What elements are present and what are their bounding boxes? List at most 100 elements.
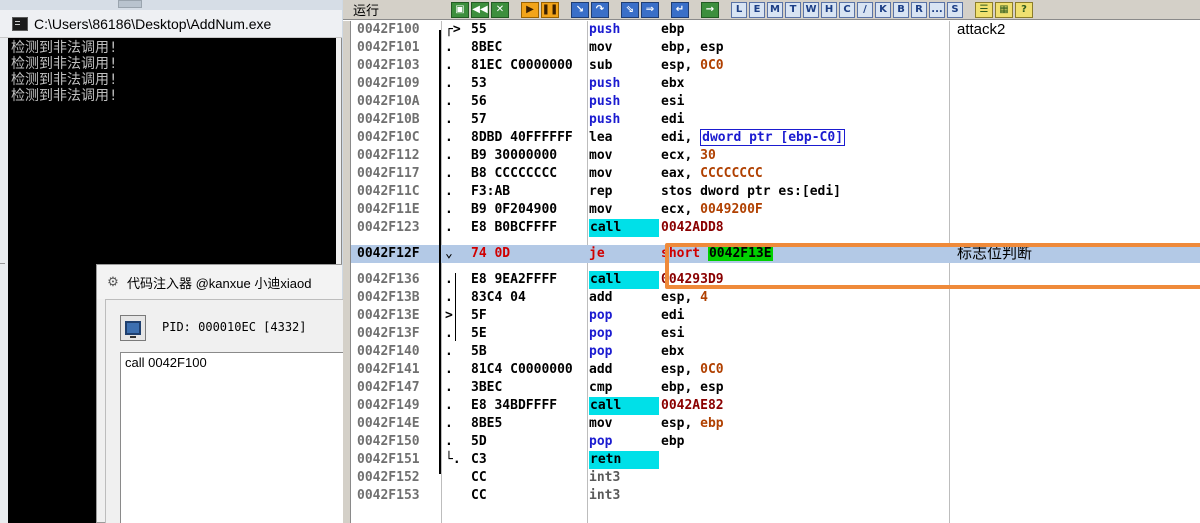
disasm-hex: E8 B0BCFFFF [471,220,558,235]
disasm-mnemonic: push [589,112,621,127]
disasm-row[interactable]: 0042F11E. B9 0F204900 mov ecx, 0049200F [351,201,1200,219]
disasm-mnemonic: add [589,290,613,305]
disasm-operands: esp, ebp [661,416,724,431]
toolbar-H-button[interactable]: H [821,1,837,18]
toolbar-M-button[interactable]: M [767,1,783,18]
toolbar-E-button[interactable]: E [749,1,765,18]
disasm-row[interactable]: 0042F128.833D 80044900cmpdword ptr [4904… [351,237,1200,245]
disasm-marker: . [445,184,453,199]
code-input[interactable]: call 0042F100 [120,352,344,523]
disasm-row[interactable]: 0042F123. E8 B0BCFFFF call 0042ADD8 [351,219,1200,237]
close-icon[interactable]: ✕ [491,1,509,18]
disasm-mnemonic: mov [589,416,613,431]
toolbar-R-button[interactable]: R [911,1,927,18]
injector-title-bar[interactable]: ⚙ 代码注入器 @kanxue 小迪xiaod [97,265,342,299]
disasm-row[interactable]: 0042F14E. 8BE5 mov esp, ebp [351,415,1200,433]
disasm-hex: B9 0F204900 [471,202,558,217]
disasm-operands: eax, CCCCCCCC [661,166,763,181]
run-status: 运行 [353,3,380,18]
disasm-comment: attack2 [957,21,1006,38]
disasm-marker: ┌> [445,22,461,37]
disasm-operands: ebp [661,22,685,37]
disasm-row[interactable]: 0042F140. 5B pop ebx [351,343,1200,361]
disasm-row[interactable]: 0042F149. E8 34BDFFFF call 0042AE82 [351,397,1200,415]
disasm-row[interactable]: 0042F101. 8BEC mov ebp, esp [351,39,1200,57]
disasm-hex: 8BEC [471,40,503,55]
disasm-hex: 57 [471,112,487,127]
disasm-address: 0042F10C [357,130,420,145]
disasm-marker: . [445,416,453,431]
disasm-row[interactable]: 0042F11C. F3:AB rep stos dword ptr es:[edi] [351,183,1200,201]
disasm-row-selected[interactable]: 0042F12F ⌄ 74 0D je short 0042F13E 标志位判断 [351,245,1200,263]
select-process-button[interactable] [120,315,146,341]
trace-into-icon[interactable]: ⇘ [621,1,639,18]
disasm-row[interactable]: 0042F13E >5F pop edi [351,307,1200,325]
grid-icon[interactable]: ▦ [995,1,1013,18]
disasm-row[interactable]: 0042F141. 81C4 C0000000 add esp, 0C0 [351,361,1200,379]
disassembly-pane[interactable]: 0042F100 ┌> 55 push ebp attack2 0042F101. 8BEC m… [351,21,1200,523]
pause-icon[interactable]: ❚❚ [541,1,559,18]
disasm-hex: 53 [471,76,487,91]
toolbar-K-button[interactable]: K [875,1,891,18]
disasm-row[interactable]: 0042F10C. 8DBD 40FFFFFF lea edi, dword ptr … [351,129,1200,147]
disasm-row[interactable]: 0042F136. E8 9EA2FFFF call 004293D9 [351,271,1200,289]
disasm-row[interactable]: 0042F109. 53 push ebx [351,75,1200,93]
disasm-hex: 8DBD 40FFFFFF [471,130,573,145]
disasm-row[interactable]: 0042F152 CC int3 [351,469,1200,487]
toolbar-T-button[interactable]: T [785,1,801,18]
disasm-marker: . [445,76,453,91]
goto-icon[interactable]: → [701,1,719,18]
step-over-icon[interactable]: ↷ [591,1,609,18]
disasm-address: 0042F13E [357,308,420,323]
disasm-address: 0042F13F [357,326,420,341]
injector-panel: PID: 000010EC [4332] call 0042F100 [105,299,344,523]
disasm-address: 0042F123 [357,220,420,235]
disasm-operands: edi, dword ptr [ebp-C0] [661,129,846,146]
disasm-row[interactable]: 0042F117. B8 CCCCCCCC mov eax, CCCCCCCC [351,165,1200,183]
toolbar-B-button[interactable]: B [893,1,909,18]
disasm-row[interactable]: 0042F13F. 5E pop esi [351,325,1200,343]
open-icon[interactable]: ▣ [451,1,469,18]
disasm-row[interactable]: 0042F10A. 56 push esi [351,93,1200,111]
disasm-operands: esi [661,326,685,341]
disasm-row[interactable]: 0042F151 └. C3 retn [351,451,1200,469]
disasm-row[interactable]: 0042F103. 81EC C0000000 sub esp, 0C0 [351,57,1200,75]
debugger-window: 运行 ▣ ◀◀ ✕ ▶ ❚❚ ↘ ↷ ⇘ ⇒ ↵ → L E M T W H C… [343,0,1200,523]
disasm-operands: edi [661,112,685,127]
console-title-bar[interactable]: C:\Users\86186\Desktop\AddNum.exe [0,10,342,38]
help-icon[interactable]: ? [1015,1,1033,18]
disasm-mnemonic: call [589,397,659,415]
disasm-address: 0042F13B [357,290,420,305]
disasm-marker: . [445,58,453,73]
disasm-row[interactable]: 0042F10B. 57 push edi [351,111,1200,129]
disasm-address: 0042F152 [357,470,420,485]
trace-over-icon[interactable]: ⇒ [641,1,659,18]
disasm-marker: . [445,272,453,287]
disasm-address: 0042F11C [357,184,420,199]
disasm-row[interactable]: 0042F112. B9 30000000 mov ecx, 30 [351,147,1200,165]
disasm-row[interactable]: 0042F13B. 83C4 04 add esp, 4 [351,289,1200,307]
run-icon[interactable]: ▶ [521,1,539,18]
toolbar-W-button[interactable]: W [803,1,819,18]
toolbar-C-button[interactable]: C [839,1,855,18]
injector-title-text: 代码注入器 @kanxue 小迪xiaod [127,275,312,291]
disasm-operands: ecx, 30 [661,148,716,163]
disasm-row[interactable]: 0042F131.68 64354900push00493564 [351,263,1200,271]
disasm-row[interactable]: 0042F147. 3BEC cmp ebp, esp [351,379,1200,397]
disasm-address: 0042F11E [357,202,420,217]
disasm-hex: 5D [471,434,487,449]
list-icon[interactable]: ☰ [975,1,993,18]
disasm-mnemonic: mov [589,40,613,55]
function-bracket-line [439,30,441,474]
toolbar-ellipsis-button[interactable]: ... [929,1,945,18]
toolbar-slash-button[interactable]: / [857,1,873,18]
toolbar-L-button[interactable]: L [731,1,747,18]
disasm-address: 0042F140 [357,344,420,359]
toolbar-S-button[interactable]: S [947,1,963,18]
execute-till-return-icon[interactable]: ↵ [671,1,689,18]
disasm-row[interactable]: 0042F153 CC int3 [351,487,1200,505]
step-into-icon[interactable]: ↘ [571,1,589,18]
restart-icon[interactable]: ◀◀ [471,1,489,18]
disasm-row[interactable]: 0042F100 ┌> 55 push ebp attack2 [351,21,1200,39]
disasm-row[interactable]: 0042F150. 5D pop ebp [351,433,1200,451]
